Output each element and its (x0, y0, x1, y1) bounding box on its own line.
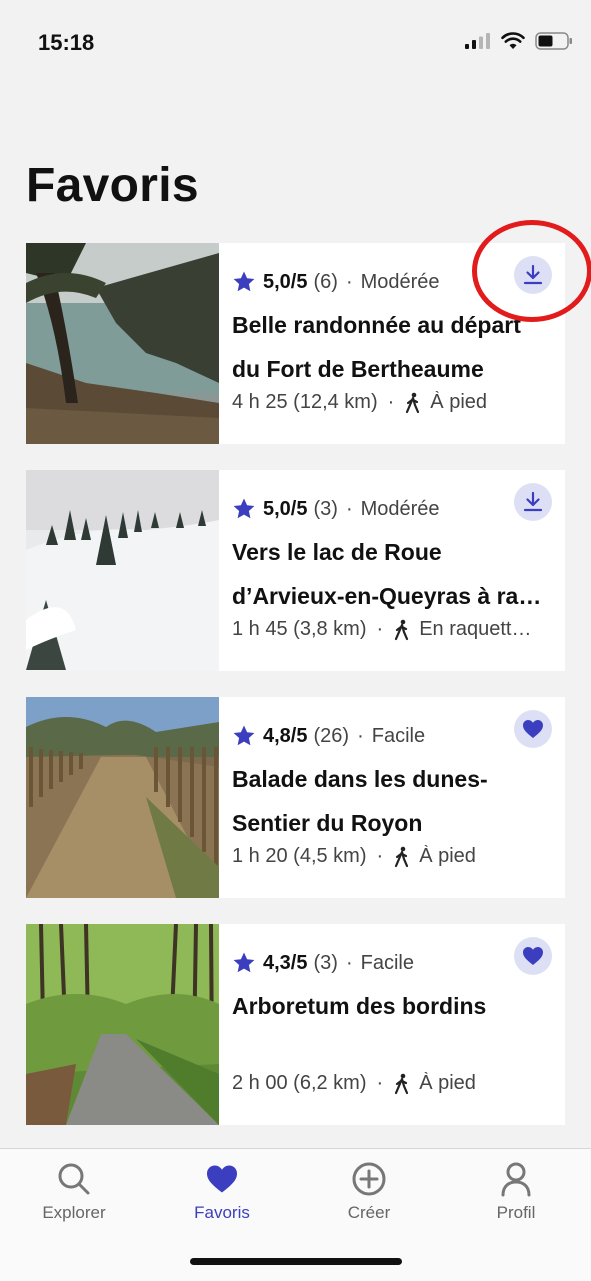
download-button[interactable] (514, 483, 552, 521)
hiker-icon (395, 846, 409, 867)
separator-dot: · (345, 270, 353, 293)
meta-row: 4,8/5 (26) · Facile (232, 724, 425, 748)
trail-title-line: Balade dans les dunes- (232, 766, 488, 792)
trail-title-line: Arboretum des bordins (232, 993, 487, 1019)
star-icon (233, 952, 255, 973)
trail-title[interactable]: Belle randonnée au départ du Fort de Ber… (232, 303, 550, 391)
trail-card[interactable]: 5,0/5 (3) · Modérée Vers le lac de Roue … (26, 470, 565, 671)
heart-icon (207, 1165, 237, 1193)
favorite-button[interactable] (514, 710, 552, 748)
duration-distance: 2 h 00 (6,2 km) (232, 1072, 367, 1094)
trail-title[interactable]: Arboretum des bordins (232, 984, 550, 1028)
hiker-icon (395, 619, 409, 640)
star-icon (233, 725, 255, 746)
search-icon (58, 1163, 90, 1195)
trail-photo-forest-road (26, 924, 219, 1125)
trail-card[interactable]: 4,8/5 (26) · Facile Balade dans les dune… (26, 697, 565, 898)
difficulty-label: Modérée (360, 497, 440, 520)
difficulty-label: Modérée (360, 270, 440, 293)
page-title: Favoris (26, 159, 199, 212)
star-icon (233, 498, 255, 519)
trail-title-line: du Fort de Bertheaume (232, 356, 484, 382)
trail-title-line: Vers le lac de Roue (232, 539, 442, 565)
trail-title-line: Belle randonnée au départ (232, 312, 521, 338)
travel-mode: À pied (430, 391, 488, 413)
trail-photo-coastal-cliffs (26, 243, 219, 444)
trail-photo-snowy-forest (26, 470, 219, 671)
download-icon (523, 264, 543, 285)
separator-dot: · (387, 391, 395, 413)
trail-title[interactable]: Balade dans les dunes- Sentier du Royon (232, 757, 550, 845)
tab-explorer[interactable]: Explorer (14, 1161, 134, 1223)
download-icon (523, 491, 543, 512)
cellular-signal-icon (465, 33, 490, 49)
review-count: (3) (313, 497, 338, 520)
status-bar: 15:18 (0, 0, 591, 86)
rating-value: 5,0/5 (263, 497, 308, 520)
trail-title[interactable]: Vers le lac de Roue d’Arvieux-en-Queyras… (232, 530, 550, 618)
info-row: 1 h 20 (4,5 km) · À pied (232, 845, 552, 868)
info-row: 1 h 45 (3,8 km) · En raquett… (232, 618, 552, 641)
meta-row: 5,0/5 (6) · Modérée (232, 270, 440, 294)
duration-distance: 1 h 45 (3,8 km) (232, 618, 367, 640)
separator-dot: · (345, 951, 353, 974)
separator-dot: · (376, 1072, 384, 1094)
info-row: 4 h 25 (12,4 km) · À pied (232, 391, 552, 414)
tab-creer[interactable]: Créer (309, 1161, 429, 1223)
tab-label: Créer (347, 1203, 391, 1222)
tab-favoris[interactable]: Favoris (162, 1161, 282, 1223)
rating-value: 4,3/5 (263, 951, 308, 974)
heart-icon (523, 720, 543, 738)
trail-title-line: d’Arvieux-en-Queyras à ra… (232, 583, 542, 609)
favorite-button[interactable] (514, 937, 552, 975)
duration-distance: 1 h 20 (4,5 km) (232, 845, 367, 867)
status-icons (465, 32, 573, 50)
review-count: (26) (313, 724, 350, 747)
meta-row: 4,3/5 (3) · Facile (232, 951, 414, 975)
separator-dot: · (376, 618, 384, 640)
duration-distance: 4 h 25 (12,4 km) (232, 391, 378, 413)
difficulty-label: Facile (360, 951, 414, 974)
travel-mode: En raquett… (419, 618, 532, 640)
travel-mode: À pied (419, 845, 476, 867)
wifi-icon (501, 32, 525, 49)
trail-card[interactable]: 4,3/5 (3) · Facile Arboretum des bordins… (26, 924, 565, 1125)
hiker-icon (406, 392, 420, 413)
trail-title-line: Sentier du Royon (232, 810, 423, 836)
travel-mode: À pied (419, 1072, 476, 1094)
trail-photo-dune-path (26, 697, 219, 898)
tab-label: Explorer (42, 1203, 106, 1222)
rating-value: 4,8/5 (263, 724, 308, 747)
separator-dot: · (376, 845, 384, 867)
meta-row: 5,0/5 (3) · Modérée (232, 497, 440, 521)
star-icon (233, 271, 255, 292)
info-row: 2 h 00 (6,2 km) · À pied (232, 1072, 552, 1095)
trail-card[interactable]: 5,0/5 (6) · Modérée Belle randonnée au d… (26, 243, 565, 444)
battery-icon (535, 32, 572, 50)
hiker-icon (395, 1073, 409, 1094)
tab-label: Favoris (194, 1203, 250, 1222)
plus-circle-icon (352, 1162, 386, 1196)
tab-label: Profil (496, 1203, 536, 1222)
separator-dot: · (345, 497, 353, 520)
home-indicator[interactable] (190, 1258, 402, 1265)
tab-profil[interactable]: Profil (456, 1161, 576, 1223)
review-count: (3) (313, 951, 338, 974)
separator-dot: · (357, 724, 364, 747)
status-time: 15:18 (38, 30, 95, 55)
review-count: (6) (313, 270, 338, 293)
user-icon (501, 1162, 531, 1197)
difficulty-label: Facile (371, 724, 426, 747)
heart-icon (523, 947, 543, 965)
rating-value: 5,0/5 (263, 270, 308, 293)
download-button[interactable] (514, 256, 552, 294)
